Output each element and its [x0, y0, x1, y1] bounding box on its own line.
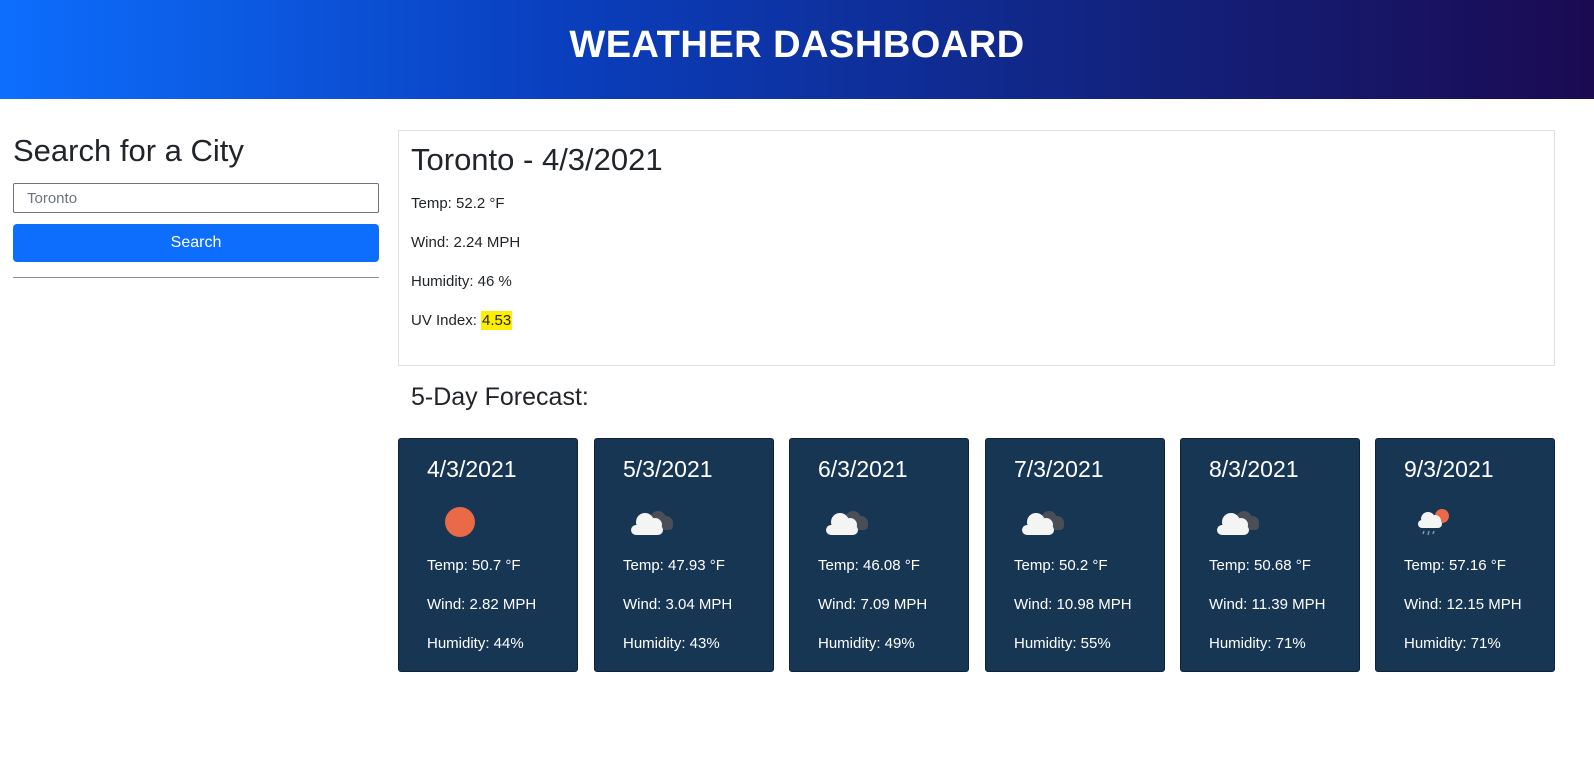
- current-weather-panel: Toronto - 4/3/2021 Temp: 52.2 °F Wind: 2…: [398, 130, 1555, 366]
- forecast-card: 5/3/2021 Temp: 47.93 °F Wind: 3.04 MPH H…: [594, 438, 774, 672]
- forecast-humidity: Humidity: 71%: [1209, 635, 1306, 652]
- search-history-divider: [13, 277, 379, 278]
- uv-index-badge: 4.53: [481, 311, 513, 330]
- forecast-humidity: Humidity: 55%: [1014, 635, 1111, 652]
- forecast-heading: 5-Day Forecast:: [411, 383, 589, 411]
- broken-clouds-icon: [631, 511, 673, 535]
- search-button[interactable]: Search: [13, 224, 379, 262]
- current-wind: Wind: 2.24 MPH: [411, 234, 521, 251]
- forecast-date: 9/3/2021: [1404, 456, 1494, 482]
- page-title: WEATHER DASHBOARD: [569, 24, 1025, 66]
- forecast-wind: Wind: 3.04 MPH: [623, 596, 733, 613]
- current-city-title: Toronto - 4/3/2021: [411, 142, 663, 177]
- forecast-date: 5/3/2021: [623, 456, 713, 482]
- forecast-temp: Temp: 57.16 °F: [1404, 557, 1506, 574]
- forecast-date: 4/3/2021: [427, 456, 517, 482]
- forecast-card: 4/3/2021 Temp: 50.7 °F Wind: 2.82 MPH Hu…: [398, 438, 578, 672]
- forecast-date: 8/3/2021: [1209, 456, 1299, 482]
- broken-clouds-icon: [1217, 511, 1259, 535]
- forecast-humidity: Humidity: 44%: [427, 635, 524, 652]
- forecast-card: 8/3/2021 Temp: 50.68 °F Wind: 11.39 MPH …: [1180, 438, 1360, 672]
- uv-label: UV Index:: [411, 312, 482, 329]
- forecast-wind: Wind: 7.09 MPH: [818, 596, 928, 613]
- forecast-card: 6/3/2021 Temp: 46.08 °F Wind: 7.09 MPH H…: [789, 438, 969, 672]
- forecast-humidity: Humidity: 71%: [1404, 635, 1501, 652]
- broken-clouds-icon: [1022, 511, 1064, 535]
- forecast-humidity: Humidity: 49%: [818, 635, 915, 652]
- search-sidebar: Search for a City Search: [13, 130, 379, 278]
- forecast-temp: Temp: 50.2 °F: [1014, 557, 1108, 574]
- forecast-wind: Wind: 11.39 MPH: [1209, 596, 1326, 613]
- forecast-humidity: Humidity: 43%: [623, 635, 720, 652]
- forecast-temp: Temp: 47.93 °F: [623, 557, 725, 574]
- forecast-temp: Temp: 50.68 °F: [1209, 557, 1311, 574]
- forecast-cards: 4/3/2021 Temp: 50.7 °F Wind: 2.82 MPH Hu…: [398, 438, 1558, 672]
- forecast-card: 7/3/2021 Temp: 50.2 °F Wind: 10.98 MPH H…: [985, 438, 1165, 672]
- forecast-temp: Temp: 50.7 °F: [427, 557, 521, 574]
- sun-icon: [445, 507, 475, 537]
- forecast-card: 9/3/2021 Temp: 57.16 °F Wind: 12.15 MPH …: [1375, 438, 1555, 672]
- city-search-input[interactable]: [13, 183, 379, 213]
- current-humidity: Humidity: 46 %: [411, 273, 512, 290]
- forecast-wind: Wind: 10.98 MPH: [1014, 596, 1132, 613]
- current-temp: Temp: 52.2 °F: [411, 195, 505, 212]
- current-uv-row: UV Index: 4.53: [411, 311, 513, 330]
- search-heading: Search for a City: [13, 133, 244, 168]
- forecast-wind: Wind: 2.82 MPH: [427, 596, 537, 613]
- forecast-date: 7/3/2021: [1014, 456, 1104, 482]
- forecast-date: 6/3/2021: [818, 456, 908, 482]
- page-header: WEATHER DASHBOARD: [0, 0, 1594, 99]
- forecast-temp: Temp: 46.08 °F: [818, 557, 920, 574]
- rain-icon: [1418, 509, 1449, 536]
- broken-clouds-icon: [826, 511, 868, 535]
- forecast-wind: Wind: 12.15 MPH: [1404, 596, 1522, 613]
